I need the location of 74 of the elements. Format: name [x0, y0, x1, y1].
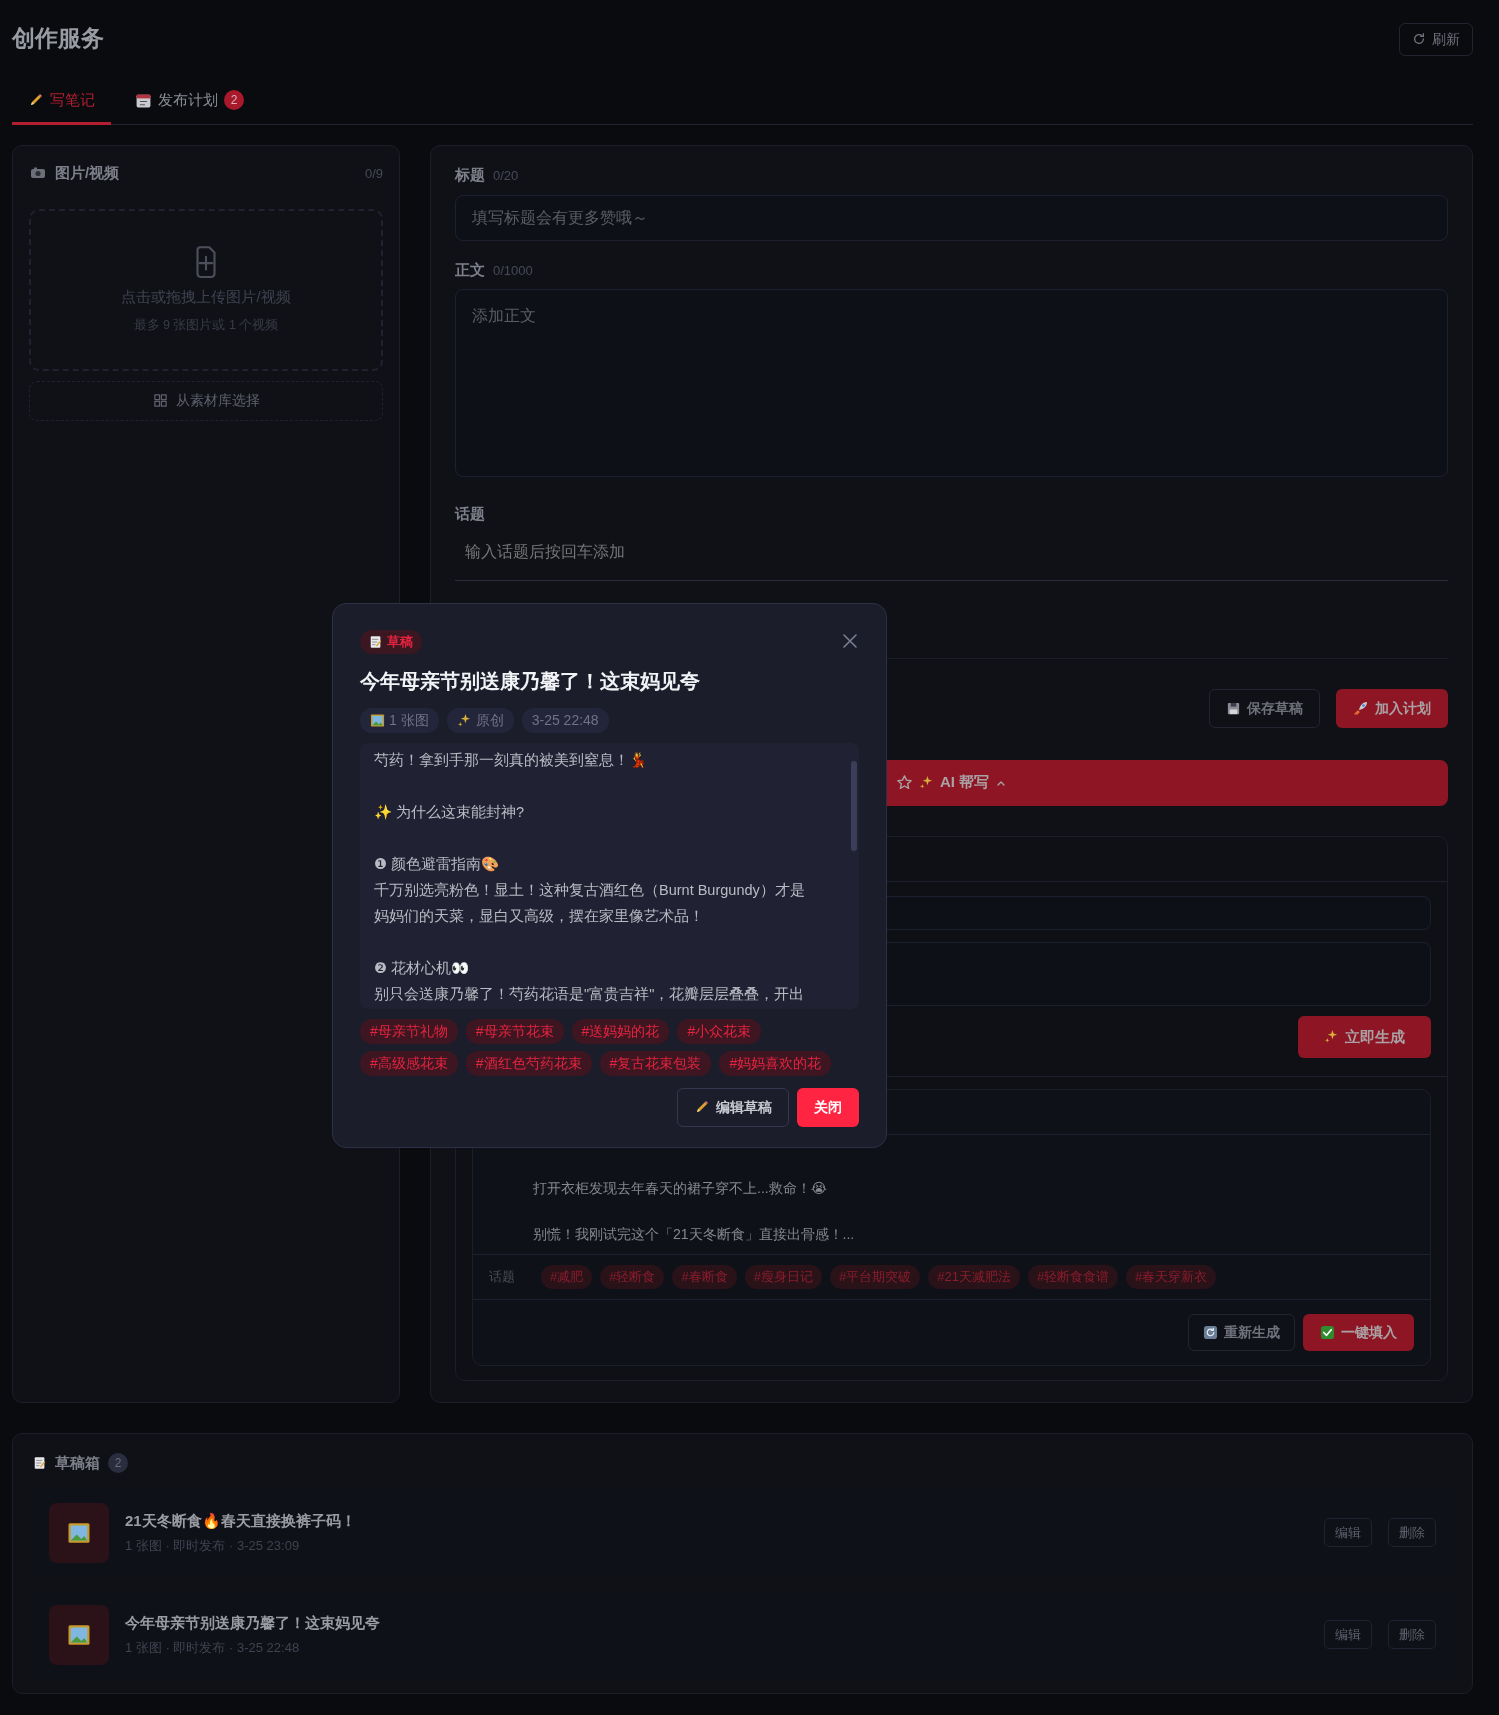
topic-tag: #春断食: [672, 1265, 737, 1289]
sparkle-icon: [1324, 1029, 1339, 1045]
rocket-icon: [1353, 700, 1369, 716]
grid-icon: [152, 393, 168, 408]
topic-tag: #春天穿新衣: [1126, 1265, 1217, 1289]
draft-title: 今年母亲节别送康乃馨了！这束妈见夸: [125, 1612, 381, 1633]
count-badge: 2: [224, 90, 244, 110]
regenerate-button[interactable]: 重新生成: [1188, 1313, 1295, 1351]
meta-chip: 1 张图: [360, 707, 439, 733]
topic-tag: #轻断食食谱: [1027, 1265, 1119, 1289]
result-text-line: 别慌！我刚试完这个「21天冬断食」直接出骨感！...: [533, 1225, 856, 1244]
tab[interactable]: 写笔记: [12, 78, 111, 125]
check-mark-icon: [1320, 1324, 1335, 1340]
sparkle-icon: [456, 712, 472, 728]
field-label: 标题: [455, 165, 485, 185]
draft-badge: 草稿: [360, 630, 422, 654]
topic-tag: #21天减肥法: [928, 1265, 1020, 1289]
topic-tag: #送妈妈的花: [571, 1018, 670, 1044]
topic-tag: #酒红色芍药花束: [465, 1050, 592, 1076]
topic-tag: #高级感花束: [360, 1050, 458, 1076]
topic-tag: #小众花束: [677, 1018, 762, 1044]
topic-tag: #瘦身日记: [744, 1265, 822, 1289]
picture-icon: [67, 1622, 91, 1647]
panel-title: 图片/视频: [55, 163, 120, 183]
star-icon: [895, 774, 913, 791]
close-icon: [841, 632, 859, 651]
topic-tag: #妈妈喜欢的花: [719, 1050, 832, 1076]
topic-tag: #母亲节礼物: [360, 1018, 458, 1044]
meta-chip: 3-25 22:48: [521, 707, 609, 733]
pencil-icon: [694, 1099, 710, 1115]
edit-button[interactable]: 编辑: [1324, 1619, 1372, 1650]
page-title: 创作服务: [12, 25, 104, 53]
dialog-title: 今年母亲节别送康乃馨了！这束妈见夸: [360, 668, 701, 694]
save-draft-button[interactable]: 保存草稿: [1209, 688, 1320, 728]
scrollbar-thumb[interactable]: [851, 760, 857, 851]
result-text-line: 打开衣柜发现去年春天的裙子穿不上...救命！😭: [533, 1179, 829, 1198]
meta-chip: 原创: [446, 707, 514, 733]
topic-tag: #平台期突破: [829, 1265, 921, 1289]
delete-button[interactable]: 删除: [1388, 1517, 1436, 1548]
cycle-icon: [1203, 1324, 1218, 1340]
field-label: 话题: [455, 504, 485, 524]
fill-in-button[interactable]: 一键填入: [1303, 1313, 1414, 1351]
topic-label: 话题: [489, 1268, 516, 1286]
picture-icon: [67, 1520, 91, 1545]
media-count: 0/9: [364, 164, 383, 183]
panel-title: 草稿箱: [55, 1453, 100, 1473]
library-button[interactable]: 从素材库选择: [29, 380, 383, 421]
memo-icon: [33, 1456, 47, 1471]
close-dialog-button[interactable]: 关闭: [797, 1087, 859, 1127]
delete-button[interactable]: 删除: [1388, 1619, 1436, 1650]
generate-button[interactable]: 立即生成: [1298, 1015, 1431, 1058]
memo-icon: [369, 634, 383, 649]
sparkle-icon: [918, 775, 934, 790]
topic-tag: #复古花束包装: [599, 1050, 712, 1076]
refresh-button[interactable]: 刷新: [1399, 22, 1473, 56]
topic-tag: #减肥: [541, 1265, 593, 1289]
picture-icon: [370, 712, 385, 728]
edit-draft-button[interactable]: 编辑草稿: [677, 1087, 789, 1127]
tab[interactable]: 发布计划 2: [119, 78, 260, 125]
add-to-plan-button[interactable]: 加入计划: [1336, 688, 1448, 728]
char-count: 0/1000: [493, 261, 533, 280]
topic-tag: #母亲节花束: [465, 1018, 564, 1044]
refresh-icon: [1412, 32, 1426, 46]
edit-button[interactable]: 编辑: [1324, 1517, 1372, 1548]
field-label: 正文: [455, 259, 485, 280]
char-count: 0/20: [493, 167, 519, 185]
body-textarea[interactable]: 添加正文: [455, 289, 1448, 477]
topic-input[interactable]: 输入话题后按回车添加: [455, 531, 1448, 572]
title-input[interactable]: 填写标题会有更多赞哦～: [455, 194, 1448, 241]
topic-tag: #轻断食: [600, 1265, 665, 1289]
draft-title: 21天冬断食🔥春天直接换裤子码！: [125, 1510, 357, 1531]
pencil-icon: [28, 92, 44, 108]
file-plus-icon: [195, 243, 217, 278]
count-badge: 2: [108, 1453, 128, 1474]
